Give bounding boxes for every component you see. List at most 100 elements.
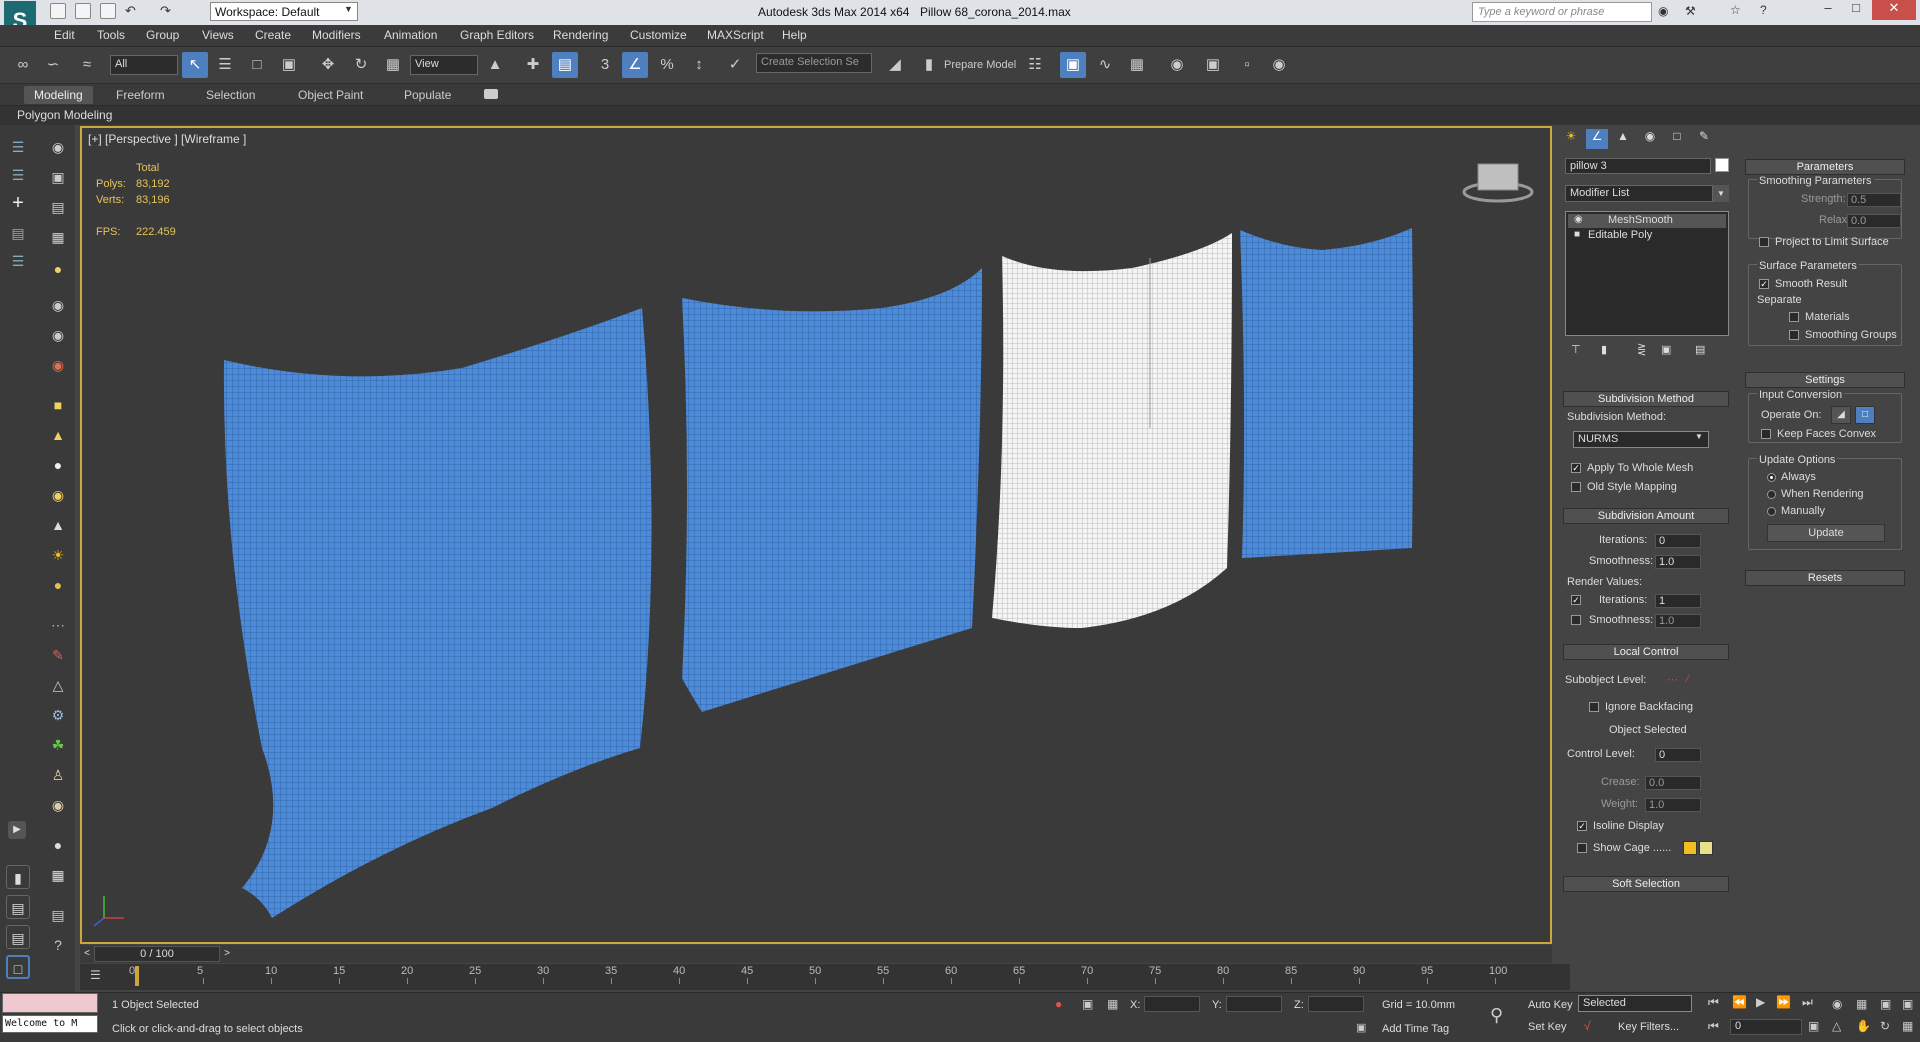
- render-iterations-spinner[interactable]: 1: [1655, 594, 1701, 608]
- light-bulb-icon[interactable]: ●: [46, 257, 70, 281]
- pillow-3-wireframe[interactable]: [992, 233, 1232, 628]
- structure-icon[interactable]: △: [46, 673, 70, 697]
- modifier-list-dropdown[interactable]: Modifier List: [1565, 185, 1713, 202]
- layer-explorer-icon[interactable]: ☰: [6, 163, 30, 187]
- move-icon[interactable]: ✥: [315, 52, 341, 78]
- tab-object-paint[interactable]: Object Paint: [288, 86, 373, 104]
- expand-panel-icon[interactable]: ▶: [8, 821, 26, 839]
- character-icon[interactable]: ♙: [46, 763, 70, 787]
- help-circle-icon[interactable]: ?: [46, 933, 70, 957]
- spinner-snap-icon[interactable]: ↕: [686, 52, 712, 78]
- go-to-end-icon[interactable]: ⏭: [1802, 995, 1813, 1010]
- prepare-model-label[interactable]: Prepare Model: [944, 59, 1016, 71]
- helper-icon[interactable]: ◉: [46, 323, 70, 347]
- apply-whole-mesh-checkbox[interactable]: ✓: [1571, 463, 1581, 473]
- current-frame-marker[interactable]: [135, 966, 139, 986]
- render-smoothness-spinner[interactable]: 1.0: [1655, 614, 1701, 628]
- ignore-backfacing-checkbox[interactable]: [1589, 702, 1599, 712]
- time-tag-icon[interactable]: ▣: [1356, 1021, 1366, 1034]
- reference-coordinate-dropdown[interactable]: View: [410, 55, 478, 75]
- polygon-modeling-label[interactable]: Polygon Modeling: [17, 108, 112, 122]
- viewport-layout-3-icon[interactable]: ▤: [6, 925, 30, 949]
- viewport-layout-2-icon[interactable]: ▤: [6, 895, 30, 919]
- key-mode-dropdown[interactable]: Selected: [1578, 995, 1692, 1012]
- x-coordinate-field[interactable]: [1144, 996, 1200, 1012]
- pillow-4-wireframe[interactable]: [1240, 228, 1413, 558]
- menu-edit[interactable]: Edit: [54, 28, 75, 42]
- unlink-icon[interactable]: ∽: [40, 52, 66, 78]
- shell-icon[interactable]: ◉: [46, 793, 70, 817]
- gear-icon[interactable]: ⚙: [46, 703, 70, 727]
- relax-spinner[interactable]: 0.0: [1847, 214, 1901, 228]
- percent-snap-icon[interactable]: %: [654, 52, 680, 78]
- menu-help[interactable]: Help: [782, 28, 807, 42]
- particle-icon[interactable]: ⋯: [46, 613, 70, 637]
- time-configuration-icon[interactable]: ▣: [1808, 1019, 1819, 1033]
- modifier-list-chevron-icon[interactable]: ▼: [1713, 185, 1729, 202]
- graphite-toggle-icon[interactable]: ▣: [1060, 52, 1086, 78]
- viewport-layout-icon[interactable]: ▮: [6, 865, 30, 889]
- settings-rollout[interactable]: Settings: [1745, 372, 1905, 388]
- subdivision-amount-rollout[interactable]: Subdivision Amount: [1563, 508, 1729, 524]
- close-button[interactable]: ✕: [1872, 0, 1916, 20]
- open-file-icon[interactable]: [75, 3, 91, 19]
- show-end-result-icon[interactable]: ▮: [1601, 343, 1607, 356]
- save-file-icon[interactable]: [100, 3, 116, 19]
- pivot-center-icon[interactable]: ▲: [482, 52, 508, 78]
- update-when-rendering-radio[interactable]: [1767, 490, 1776, 499]
- cage-color-swatch-2[interactable]: [1699, 841, 1713, 855]
- menu-graph-editors[interactable]: Graph Editors: [460, 28, 534, 42]
- favorites-icon[interactable]: ☆: [1730, 3, 1741, 17]
- system-icon[interactable]: ◉: [46, 353, 70, 377]
- smooth-result-checkbox[interactable]: ✓: [1759, 279, 1769, 289]
- subdivision-method-chevron-icon[interactable]: ▼: [1695, 432, 1703, 441]
- pillow-2-wireframe[interactable]: [682, 268, 982, 712]
- subdivision-method-dropdown[interactable]: NURMS: [1573, 431, 1709, 448]
- key-mode-toggle-icon[interactable]: ⏮: [1708, 1019, 1719, 1034]
- edit-named-selection-icon[interactable]: ✓: [722, 52, 748, 78]
- tab-freeform[interactable]: Freeform: [106, 86, 175, 104]
- auto-key-button[interactable]: Auto Key: [1528, 999, 1573, 1011]
- layer-manager-icon[interactable]: ☷: [1022, 52, 1048, 78]
- strength-spinner[interactable]: 0.5: [1847, 193, 1901, 207]
- vertex-subobject-icon[interactable]: ⋯: [1667, 673, 1678, 686]
- selection-filter-dropdown[interactable]: All: [110, 55, 178, 75]
- separate-materials-checkbox[interactable]: [1789, 312, 1799, 322]
- maxscript-mini-listener[interactable]: Welcome to M: [2, 1015, 98, 1033]
- edge-subobject-icon[interactable]: ∕: [1687, 673, 1689, 685]
- old-style-mapping-checkbox[interactable]: [1571, 482, 1581, 492]
- maxscript-listener-field[interactable]: [2, 993, 98, 1013]
- z-coordinate-field[interactable]: [1308, 996, 1364, 1012]
- stack-icon[interactable]: ▤: [46, 903, 70, 927]
- make-unique-icon[interactable]: ⋛: [1637, 343, 1646, 356]
- menu-create[interactable]: Create: [255, 28, 291, 42]
- object-name-field[interactable]: pillow 3: [1565, 158, 1711, 174]
- orbit-icon[interactable]: ↻: [1880, 1019, 1890, 1033]
- previous-frame-icon[interactable]: ⏪: [1732, 995, 1747, 1009]
- snaps-toggle-icon[interactable]: 3: [592, 52, 618, 78]
- rectangle-selection-icon[interactable]: □: [244, 52, 270, 78]
- render-iterations-checkbox[interactable]: ✓: [1571, 595, 1581, 605]
- add-icon[interactable]: +: [6, 191, 30, 215]
- tools-icon[interactable]: ⚒: [1685, 4, 1696, 18]
- track-bar[interactable]: ☰ 0 5 10 15 20 25 30 35 40 45 50 55 60 65 70 75 80 85 90 95…: [80, 964, 1570, 990]
- plant-icon[interactable]: ☘: [46, 733, 70, 757]
- keyboard-shortcut-override-icon[interactable]: ▤: [552, 52, 578, 78]
- undo-icon[interactable]: ↶: [125, 3, 141, 19]
- track-bar-menu-icon[interactable]: ☰: [90, 968, 108, 984]
- stack-item-editable-poly[interactable]: ■ Editable Poly: [1568, 229, 1726, 243]
- local-control-rollout[interactable]: Local Control: [1563, 644, 1729, 660]
- set-key-icon[interactable]: ⚲: [1490, 1005, 1503, 1026]
- utilities-tab-icon[interactable]: ✎: [1693, 129, 1715, 149]
- project-limit-checkbox[interactable]: [1759, 237, 1769, 247]
- play-icon[interactable]: ▶: [1756, 995, 1765, 1009]
- add-time-tag-label[interactable]: Add Time Tag: [1382, 1023, 1449, 1035]
- menu-maxscript[interactable]: MAXScript: [707, 28, 764, 42]
- crease-spinner[interactable]: 0.0: [1645, 776, 1701, 790]
- binoculars-icon[interactable]: ◉: [1658, 4, 1668, 18]
- time-slider-prev-button[interactable]: <: [80, 945, 94, 963]
- angle-snap-icon[interactable]: ∠: [622, 52, 648, 78]
- motion-tab-icon[interactable]: ◉: [1639, 129, 1661, 149]
- new-file-icon[interactable]: [50, 3, 66, 19]
- pan-view-icon[interactable]: ✋: [1856, 1019, 1871, 1033]
